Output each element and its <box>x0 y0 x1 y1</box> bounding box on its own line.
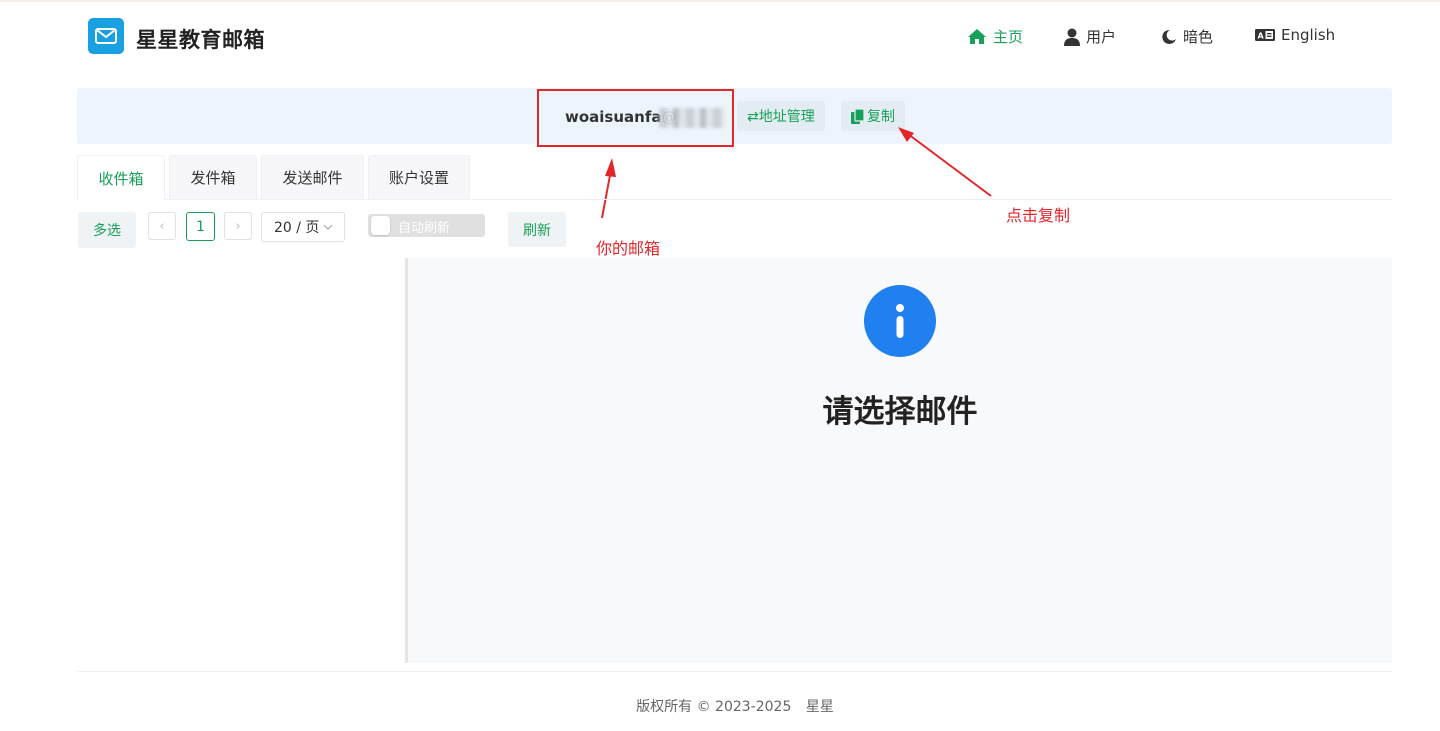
auto-refresh-label: 自动刷新 <box>398 221 451 236</box>
auto-refresh-switch[interactable]: 自动刷新 <box>368 214 485 237</box>
next-page-button[interactable]: › <box>224 212 252 240</box>
footer-divider <box>77 671 1392 672</box>
footer-copyright: 版权所有 © 2023-2025 <box>636 699 792 715</box>
empty-state-title: 请选择邮件 <box>822 394 978 430</box>
tab-sent-label: 发件箱 <box>190 169 236 187</box>
tab-compose[interactable]: 发送邮件 <box>261 155 364 199</box>
refresh-button[interactable]: 刷新 <box>508 212 566 247</box>
chevron-down-icon <box>324 224 333 230</box>
tab-inbox-label: 收件箱 <box>98 169 144 188</box>
tab-compose-label: 发送邮件 <box>282 169 343 187</box>
multi-select-button[interactable]: 多选 <box>78 212 136 248</box>
page-size-select[interactable]: 20 / 页 <box>261 212 345 242</box>
tab-sent[interactable]: 发件箱 <box>169 155 257 199</box>
tab-settings-label: 账户设置 <box>388 169 449 187</box>
page-size-value: 20 / 页 <box>274 220 320 236</box>
info-icon <box>864 285 936 357</box>
prev-page-button[interactable]: ‹ <box>148 212 176 240</box>
footer: 版权所有 © 2023-2025 星星 <box>0 696 1440 716</box>
annotation-click-copy: 点击复制 <box>1006 206 1071 225</box>
page-number[interactable]: 1 <box>186 212 215 241</box>
tabs-bottom-border <box>77 199 1392 200</box>
tab-settings[interactable]: 账户设置 <box>368 155 470 199</box>
footer-owner: 星星 <box>805 699 834 715</box>
switch-knob <box>371 216 390 235</box>
tab-inbox[interactable]: 收件箱 <box>77 155 165 200</box>
annotation-your-mailbox: 你的邮箱 <box>596 239 661 258</box>
